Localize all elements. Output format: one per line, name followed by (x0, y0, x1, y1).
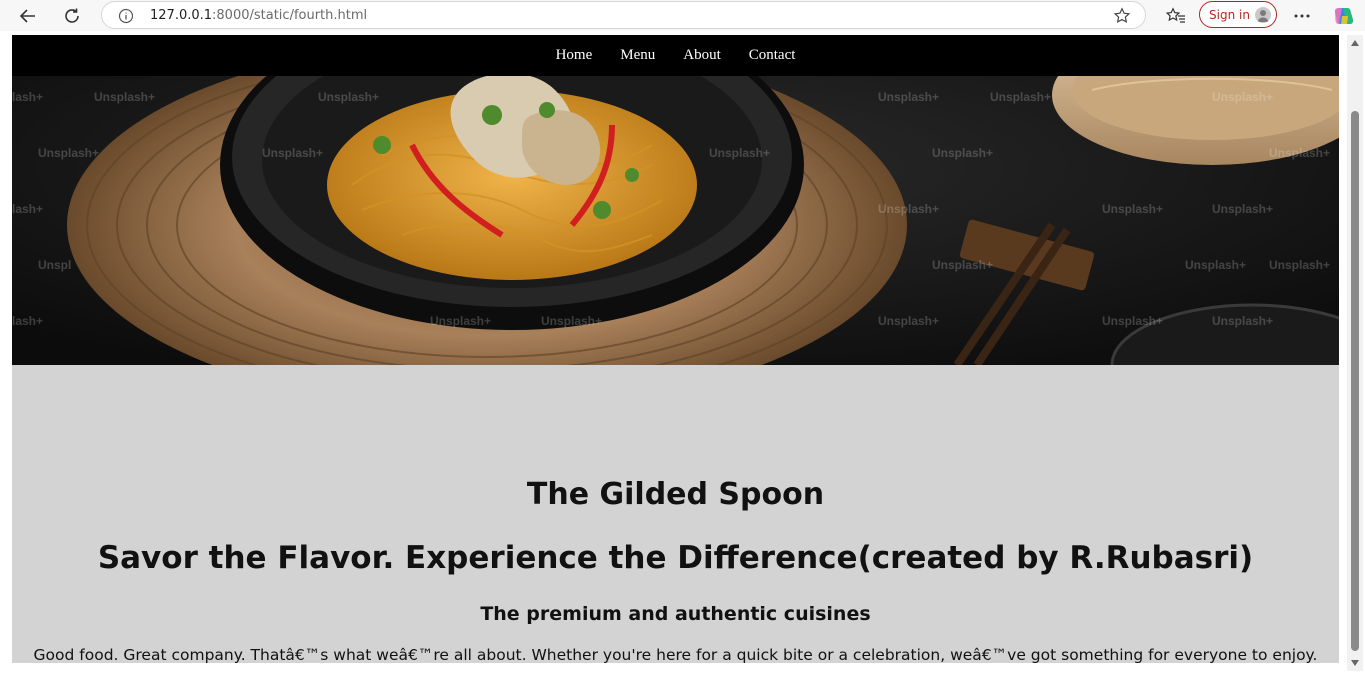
sign-in-label: Sign in (1209, 7, 1250, 22)
nav-contact[interactable]: Contact (749, 47, 796, 64)
svg-text:Unsplash+: Unsplash+ (1212, 90, 1273, 104)
restaurant-name: The Gilded Spoon (526, 477, 825, 512)
back-icon[interactable] (14, 3, 42, 29)
svg-text:Unsplash+: Unsplash+ (878, 202, 939, 216)
intro-paragraph: Good food. Great company. Thatâ€™s what … (33, 646, 1318, 663)
site-info-icon[interactable] (118, 8, 134, 24)
svg-text:Unsplash+: Unsplash+ (878, 314, 939, 328)
svg-text:Unsplash+: Unsplash+ (94, 90, 155, 104)
reload-icon[interactable] (58, 3, 86, 29)
svg-text:Unsplash+: Unsplash+ (990, 90, 1051, 104)
svg-text:Unspl: Unspl (38, 258, 71, 272)
svg-text:Unsplash+: Unsplash+ (318, 90, 379, 104)
page: lash+ Unsplash+ Unsplash+ Unsplash+ Unsplash… (12, 35, 1339, 663)
address-bar[interactable]: 127.0.0.1:8000/static/fourth.html (101, 1, 1146, 29)
svg-text:Unsplash+: Unsplash+ (709, 146, 770, 160)
vertical-scrollbar[interactable] (1347, 35, 1363, 671)
nav-home[interactable]: Home (556, 47, 593, 64)
main-nav: Home Menu About Contact (12, 35, 1339, 76)
svg-text:lash+: lash+ (12, 314, 43, 328)
svg-text:Unsplash+: Unsplash+ (932, 258, 993, 272)
url-text[interactable]: 127.0.0.1:8000/static/fourth.html (150, 8, 367, 23)
svg-text:Unsplash+: Unsplash+ (932, 146, 993, 160)
copilot-icon[interactable] (1330, 3, 1358, 29)
favorite-star-icon[interactable] (1113, 7, 1131, 30)
svg-text:Unsplash+: Unsplash+ (1185, 258, 1246, 272)
profile-avatar-icon (1255, 7, 1271, 23)
svg-text:Unsplash+: Unsplash+ (1269, 258, 1330, 272)
hero-image: lash+ Unsplash+ Unsplash+ Unsplash+ Unsplash… (12, 35, 1339, 365)
nav-menu[interactable]: Menu (620, 47, 655, 64)
more-options-icon[interactable] (1288, 3, 1316, 29)
scrollbar-thumb[interactable] (1351, 111, 1359, 651)
svg-text:Unsplash+: Unsplash+ (1102, 202, 1163, 216)
svg-text:Unsplash+: Unsplash+ (878, 90, 939, 104)
svg-text:Unsplash+: Unsplash+ (262, 146, 323, 160)
svg-text:Unsplash+: Unsplash+ (1269, 146, 1330, 160)
sign-in-button[interactable]: Sign in (1199, 1, 1277, 28)
browser-toolbar: 127.0.0.1:8000/static/fourth.html Sign i… (0, 0, 1365, 31)
url-path: :8000/static/fourth.html (212, 8, 368, 23)
noodle-dish-photo: lash+ Unsplash+ Unsplash+ Unsplash+ Unsplash… (12, 35, 1339, 365)
tagline: Savor the Flavor. Experience the Differe… (97, 540, 1254, 576)
scroll-down-icon[interactable] (1350, 659, 1360, 667)
svg-text:Unsplash+: Unsplash+ (1102, 314, 1163, 328)
svg-text:lash+: lash+ (12, 202, 43, 216)
svg-text:lash+: lash+ (12, 90, 43, 104)
svg-text:Unsplash+: Unsplash+ (1212, 202, 1273, 216)
svg-text:Unsplash+: Unsplash+ (1212, 314, 1273, 328)
url-host: 127.0.0.1 (150, 8, 213, 23)
browser-viewport: lash+ Unsplash+ Unsplash+ Unsplash+ Unsplash… (0, 31, 1365, 683)
svg-text:Unsplash+: Unsplash+ (38, 146, 99, 160)
scroll-up-icon[interactable] (1350, 39, 1360, 47)
nav-about[interactable]: About (683, 47, 721, 64)
favorites-icon[interactable] (1162, 3, 1190, 29)
subtitle: The premium and authentic cuisines (480, 603, 871, 625)
svg-text:Unsplash+: Unsplash+ (430, 314, 491, 328)
svg-text:Unsplash+: Unsplash+ (541, 314, 602, 328)
